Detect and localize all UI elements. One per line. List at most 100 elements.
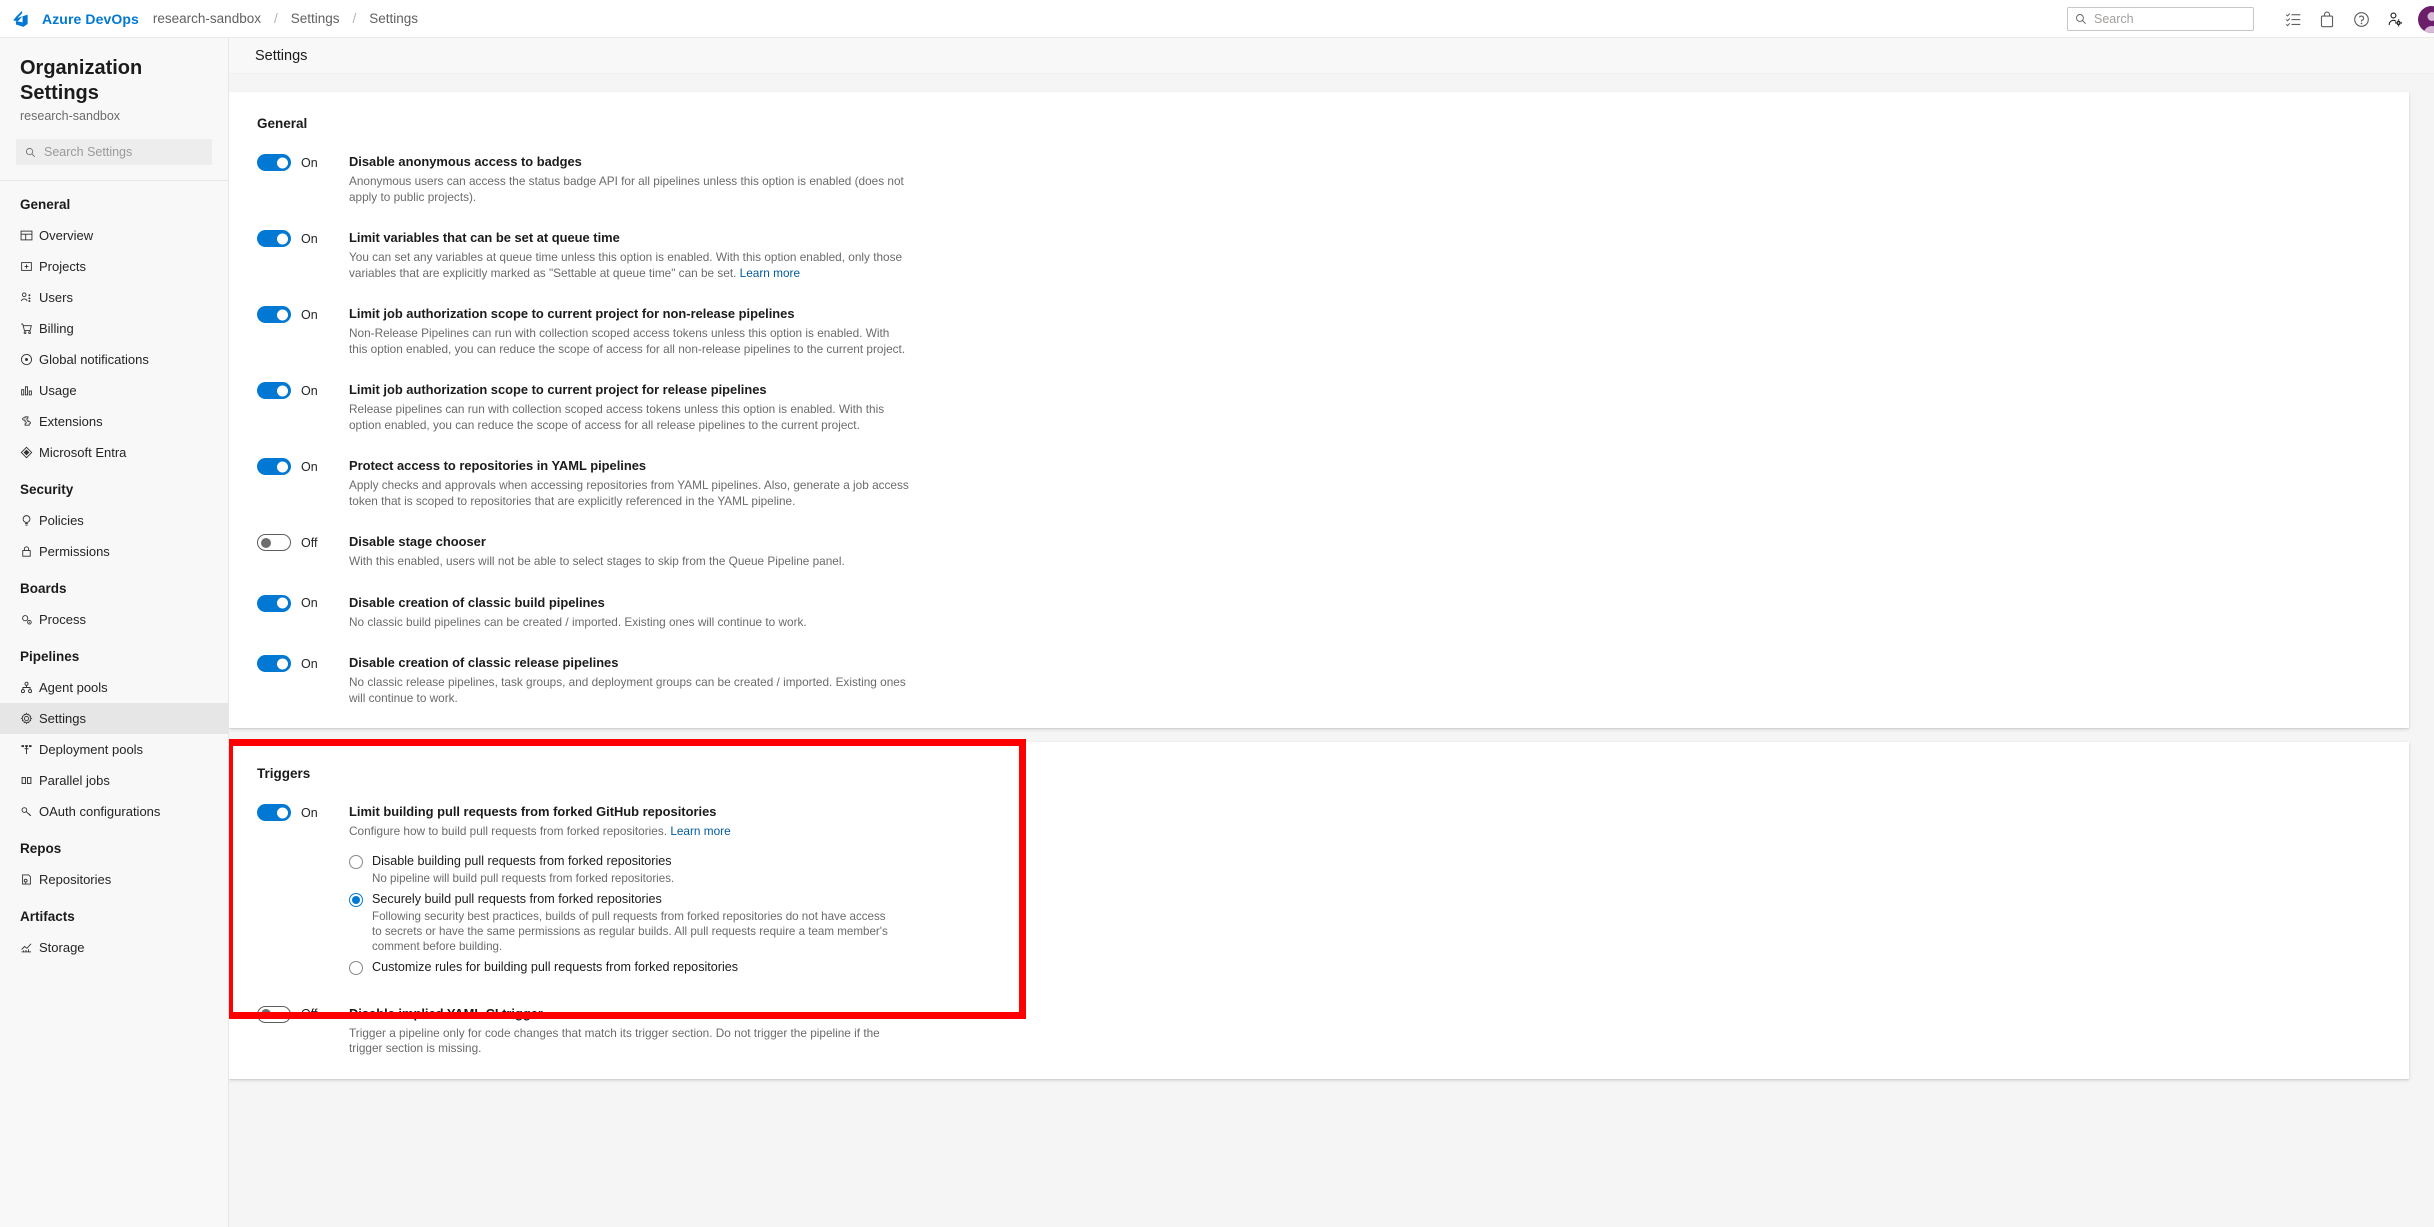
- toggle-group: On: [257, 381, 349, 399]
- toggle-switch[interactable]: [257, 534, 291, 551]
- sidebar-item-label: Permissions: [39, 544, 110, 559]
- toggle-state-label: On: [301, 805, 318, 820]
- setting-description: No classic build pipelines can be create…: [349, 614, 807, 629]
- billing-cart-icon: [20, 322, 39, 335]
- sidebar-item-users[interactable]: Users: [0, 282, 228, 313]
- process-icon: [20, 613, 39, 626]
- repositories-icon: [20, 873, 39, 886]
- triggers-section-title: Triggers: [257, 766, 311, 781]
- permissions-lock-icon: [20, 545, 39, 558]
- radio-option-customize-rules[interactable]: Customize rules for building pull reques…: [349, 959, 909, 975]
- setting-description: Configure how to build pull requests fro…: [349, 824, 909, 840]
- toggle-state-label: On: [301, 383, 318, 398]
- toggle-switch[interactable]: [257, 1005, 291, 1023]
- setting-title: Protect access to repositories in YAML p…: [349, 458, 647, 473]
- breadcrumb-settings-2[interactable]: Settings: [369, 11, 418, 26]
- toggle-switch[interactable]: [257, 154, 291, 171]
- toggle-switch[interactable]: [257, 230, 291, 247]
- brand-label[interactable]: Azure DevOps: [42, 11, 139, 27]
- learn-more-link[interactable]: Learn more: [740, 266, 800, 280]
- toggle-knob: [277, 385, 288, 396]
- sidebar-item-billing[interactable]: Billing: [0, 313, 228, 344]
- sidebar-item-permissions[interactable]: Permissions: [0, 536, 228, 567]
- global-search[interactable]: [2067, 7, 2254, 31]
- toggle-state-label: On: [301, 596, 318, 610]
- sidebar-item-parallel-jobs[interactable]: Parallel jobs: [0, 765, 228, 796]
- setting-body: Limit job authorization scope to current…: [349, 305, 909, 357]
- radio-button[interactable]: [349, 892, 363, 907]
- sidebar-item-storage[interactable]: Storage: [0, 932, 228, 963]
- settings-scroll-area[interactable]: General On Disable anonymous access to b…: [229, 74, 2434, 1079]
- sidebar-item-oauth-configurations[interactable]: OAuth configurations: [0, 796, 228, 827]
- avatar[interactable]: [2418, 5, 2434, 33]
- toggle-knob: [261, 537, 271, 548]
- sidebar-nav: General Overview Projects Users Billing …: [0, 181, 228, 963]
- sidebar-item-settings[interactable]: Settings: [0, 703, 228, 734]
- radio-label[interactable]: Customize rules for building pull reques…: [372, 959, 738, 975]
- toggle-switch[interactable]: [257, 594, 291, 612]
- setting-body: Disable implied YAML CI trigger Trigger …: [349, 1005, 909, 1057]
- sidebar-item-label: Policies: [39, 513, 84, 528]
- usage-chart-icon: [20, 384, 39, 397]
- toggle-state-label: On: [301, 155, 318, 170]
- radio-option-disable-building[interactable]: Disable building pull requests from fork…: [349, 853, 909, 869]
- breadcrumb-org[interactable]: research-sandbox: [153, 11, 261, 26]
- radio-label[interactable]: Disable building pull requests from fork…: [372, 853, 672, 869]
- setting-disable-stage-chooser: Off Disable stage chooser With this enab…: [229, 533, 2409, 570]
- sidebar-item-extensions[interactable]: Extensions: [0, 406, 228, 437]
- radio-description: Following security best practices, build…: [372, 909, 888, 953]
- marketplace-icon[interactable]: [2310, 0, 2344, 38]
- radio-label[interactable]: Securely build pull requests from forked…: [372, 891, 662, 907]
- user-settings-icon[interactable]: [2378, 0, 2412, 38]
- nav-group-security: Security: [20, 482, 74, 497]
- sidebar-search[interactable]: [16, 139, 212, 165]
- sidebar-item-deployment-pools[interactable]: Deployment pools: [0, 734, 228, 765]
- work-items-icon[interactable]: [2276, 0, 2310, 38]
- sidebar-item-agent-pools[interactable]: Agent pools: [0, 672, 228, 703]
- radio-option-securely-build[interactable]: Securely build pull requests from forked…: [349, 891, 909, 907]
- radio-button[interactable]: [349, 854, 363, 869]
- nav-group-artifacts: Artifacts: [20, 909, 75, 924]
- page-header: Settings: [229, 38, 2434, 74]
- sidebar-search-input[interactable]: [44, 145, 203, 159]
- sidebar-item-label: Deployment pools: [39, 742, 144, 757]
- toggle-switch[interactable]: [257, 382, 291, 399]
- azure-devops-logo[interactable]: [0, 8, 42, 29]
- learn-more-link[interactable]: Learn more: [670, 824, 730, 838]
- storage-chart-icon: [20, 941, 39, 954]
- toggle-switch[interactable]: [257, 804, 291, 821]
- setting-body: Disable creation of classic build pipeli…: [349, 594, 909, 631]
- sidebar-item-process[interactable]: Process: [0, 604, 228, 635]
- overview-icon: [20, 229, 39, 242]
- toggle-knob: [277, 807, 288, 818]
- toggle-group: Off: [257, 533, 349, 551]
- sidebar-item-global-notifications[interactable]: Global notifications: [0, 344, 228, 375]
- radio-button[interactable]: [349, 960, 363, 975]
- help-icon[interactable]: [2344, 0, 2378, 38]
- setting-description-text: Anonymous users can access the status ba…: [349, 174, 904, 204]
- toggle-group: On: [257, 594, 349, 612]
- sidebar-item-usage[interactable]: Usage: [0, 375, 228, 406]
- toggle-switch[interactable]: [257, 306, 291, 323]
- breadcrumb-settings-1[interactable]: Settings: [291, 11, 340, 26]
- setting-limit-building-pull-requests-forked-github: On Limit building pull requests from for…: [229, 803, 2409, 977]
- general-section-title: General: [257, 116, 308, 131]
- toggle-state-label: On: [301, 307, 318, 322]
- sidebar-item-repositories[interactable]: Repositories: [0, 864, 228, 895]
- sidebar-item-policies[interactable]: Policies: [0, 505, 228, 536]
- triggers-section-wrapper: Triggers On Limit building pull requests…: [229, 739, 2409, 1079]
- setting-description: With this enabled, users will not be abl…: [349, 554, 845, 568]
- sidebar-item-overview[interactable]: Overview: [0, 220, 228, 251]
- sidebar-item-label: Billing: [39, 321, 74, 336]
- toggle-switch[interactable]: [257, 458, 291, 475]
- sidebar-item-projects[interactable]: Projects: [0, 251, 228, 282]
- top-bar: Azure DevOps research-sandbox / Settings…: [0, 0, 2434, 38]
- search-input[interactable]: [2094, 12, 2246, 26]
- toggle-group: On: [257, 153, 349, 171]
- setting-title: Limit job authorization scope to current…: [349, 306, 795, 321]
- setting-disable-classic-build-pipelines: On Disable creation of classic build pip…: [229, 594, 2409, 631]
- setting-description: You can set any variables at queue time …: [349, 250, 909, 281]
- toggle-switch[interactable]: [257, 655, 291, 672]
- setting-body: Limit building pull requests from forked…: [349, 803, 909, 977]
- sidebar-item-microsoft-entra[interactable]: Microsoft Entra: [0, 437, 228, 468]
